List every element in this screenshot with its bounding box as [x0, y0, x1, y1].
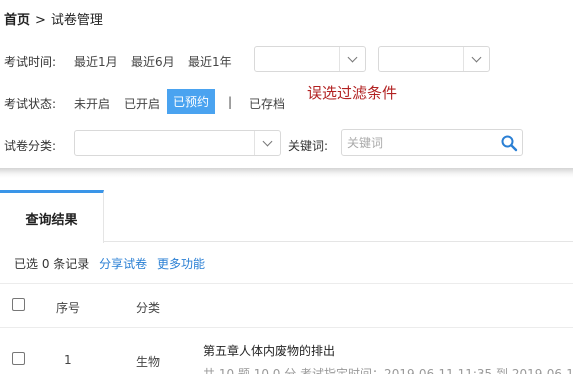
exam-time-label: 考试时间:	[4, 55, 57, 69]
annotation-text: 误选过滤条件	[307, 84, 398, 102]
start-date-select[interactable]	[254, 46, 366, 72]
breadcrumb-current: 试卷管理	[50, 13, 103, 28]
status-option-started[interactable]: 已开启	[124, 95, 160, 112]
breadcrumb: 首页 > 试卷管理	[4, 9, 103, 28]
breadcrumb-home[interactable]: 首页	[4, 13, 30, 28]
exam-status-label: 考试状态:	[4, 97, 57, 111]
keyword-label: 关键词:	[288, 139, 329, 153]
time-option-6-months[interactable]: 最近6月	[131, 53, 175, 70]
keyword-field	[341, 129, 523, 156]
tab-query-results[interactable]: 查询结果	[0, 190, 104, 243]
category-label: 试卷分类:	[4, 139, 57, 153]
table-header: 序号 分类	[0, 283, 573, 328]
row-index: 1	[64, 353, 72, 367]
results-toolbar: 已选 0 条记录 分享试卷 更多功能	[14, 255, 211, 272]
row-exam-meta: 共 10 题 10.0 分 考试指定时间：2019-06-11 11:35 到 …	[203, 367, 573, 374]
results-tabbar: 查询结果	[0, 190, 573, 243]
chevron-down-icon	[463, 47, 489, 71]
search-icon[interactable]	[500, 134, 518, 152]
column-category-header: 分类	[136, 301, 161, 315]
row-category: 生物	[136, 355, 161, 369]
time-option-1-month[interactable]: 最近1月	[74, 53, 118, 70]
status-option-not-started[interactable]: 未开启	[74, 95, 110, 112]
share-exam-link[interactable]: 分享试卷	[99, 257, 147, 271]
selected-count: 已选 0 条记录	[14, 257, 90, 271]
panel-shadow	[0, 168, 573, 178]
column-index-header: 序号	[56, 301, 81, 315]
status-option-archived[interactable]: 已存档	[249, 95, 285, 112]
time-option-1-year[interactable]: 最近1年	[188, 53, 232, 70]
filter-panel: 首页 > 试卷管理 考试时间: 最近1月 最近6月 最近1年 考试状态: 未开启 已…	[0, 0, 573, 170]
status-option-reserved[interactable]: 已预约	[167, 89, 216, 114]
status-divider: |	[228, 95, 233, 109]
chevron-down-icon	[339, 47, 365, 71]
row-checkbox[interactable]	[12, 352, 25, 365]
chevron-down-icon	[254, 131, 280, 155]
end-date-select[interactable]	[378, 46, 490, 72]
category-select[interactable]	[74, 130, 281, 156]
breadcrumb-separator: >	[35, 13, 46, 28]
more-functions-link[interactable]: 更多功能	[157, 257, 205, 271]
select-all-checkbox[interactable]	[12, 298, 25, 311]
keyword-input[interactable]	[342, 130, 492, 155]
row-exam-title[interactable]: 第五章人体内废物的排出	[203, 342, 335, 359]
